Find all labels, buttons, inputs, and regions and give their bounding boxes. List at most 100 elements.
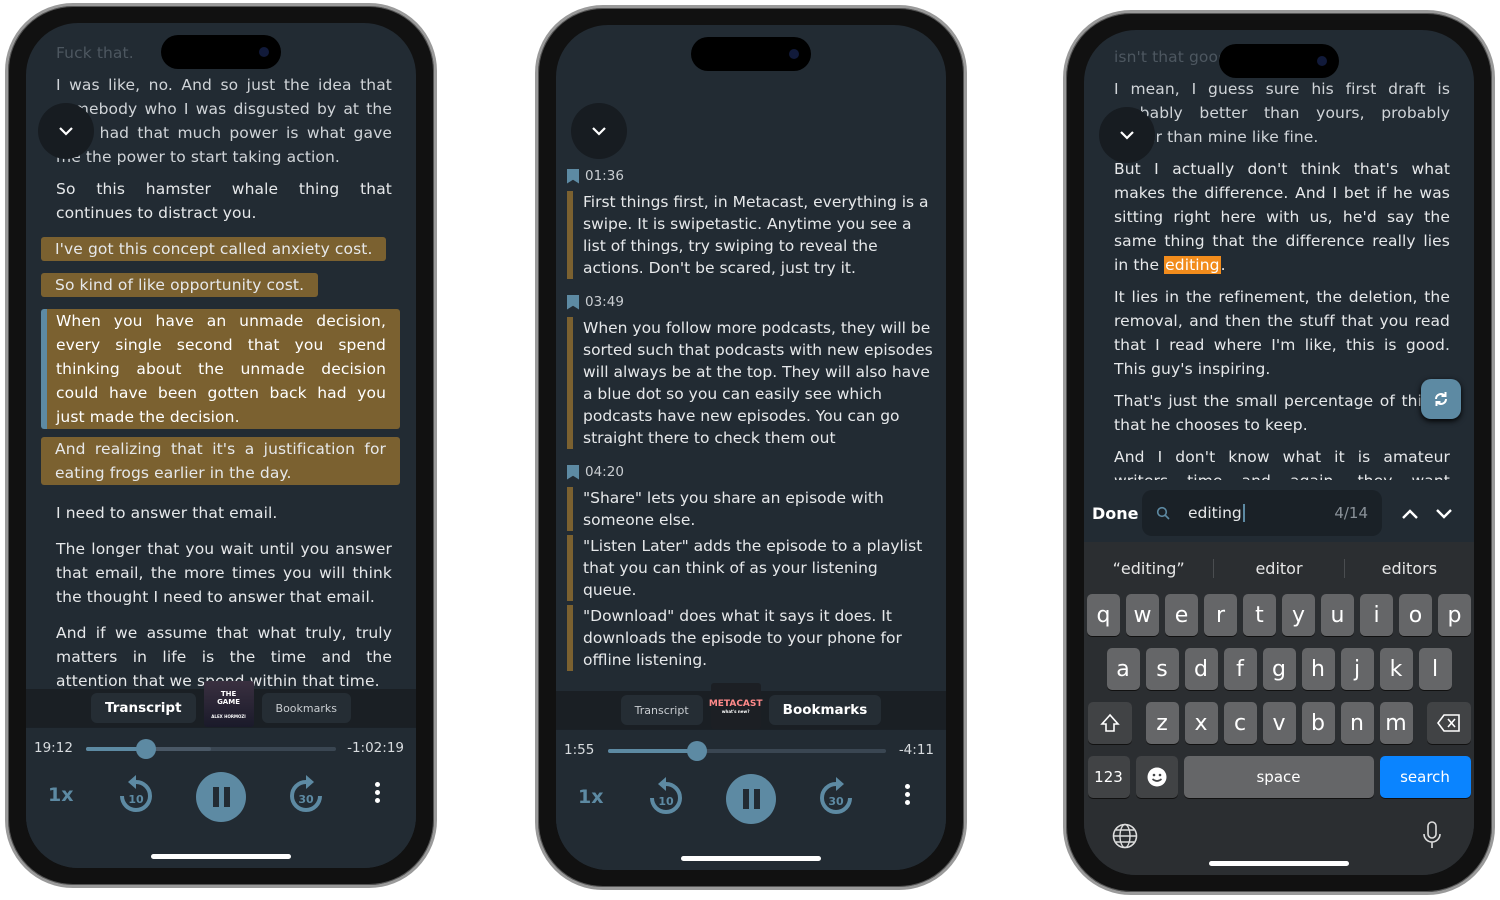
- progress-slider[interactable]: [86, 739, 336, 759]
- emoji-key[interactable]: [1135, 756, 1178, 798]
- pause-button[interactable]: [196, 772, 246, 822]
- key-u[interactable]: u: [1321, 594, 1354, 636]
- key-o[interactable]: o: [1399, 594, 1432, 636]
- key-j[interactable]: j: [1340, 648, 1374, 690]
- bookmark-header[interactable]: 04:20: [567, 461, 936, 483]
- space-key[interactable]: space: [1183, 756, 1374, 798]
- elapsed-time: 1:55: [564, 742, 595, 758]
- highlighted-sentence[interactable]: And realizing that it's a justification …: [41, 437, 400, 485]
- screen: 01:36 First things first, in Metacast, e…: [556, 25, 946, 870]
- transcript-paragraph[interactable]: The longer that you wait until you answe…: [56, 537, 392, 609]
- key-q[interactable]: q: [1087, 594, 1120, 636]
- tab-bookmarks[interactable]: Bookmarks: [768, 695, 882, 725]
- collapse-button[interactable]: [1099, 107, 1155, 163]
- bookmark-header[interactable]: 03:49: [567, 291, 936, 313]
- player-controls: 1:55 -4:11 1x 10 30: [556, 729, 946, 870]
- skip-forward-button[interactable]: 30: [288, 774, 324, 814]
- bookmark-header[interactable]: 01:36: [567, 165, 936, 187]
- transcript: isn't that good I mean, I guess sure his…: [1114, 45, 1450, 480]
- bookmark-text[interactable]: "Share" lets you share an episode with s…: [567, 487, 936, 531]
- suggestion[interactable]: “editing”: [1084, 558, 1215, 578]
- key-x[interactable]: x: [1184, 702, 1218, 744]
- transcript-paragraph[interactable]: So this hamster whale thing that continu…: [56, 177, 392, 225]
- key-z[interactable]: z: [1145, 702, 1179, 744]
- skip-forward-button[interactable]: 30: [818, 776, 854, 816]
- key-n[interactable]: n: [1340, 702, 1374, 744]
- transcript-paragraph[interactable]: I mean, I guess sure his first draft is …: [1114, 77, 1450, 149]
- elapsed-time: 19:12: [34, 740, 73, 756]
- transcript-paragraph[interactable]: I need to answer that email.: [56, 501, 392, 525]
- speed-button[interactable]: 1x: [48, 784, 73, 806]
- transcript-paragraph[interactable]: But I actually don't think that's what m…: [1114, 157, 1450, 277]
- key-c[interactable]: c: [1223, 702, 1257, 744]
- bookmark-icon: [567, 294, 579, 310]
- svg-text:30: 30: [298, 793, 314, 806]
- bookmark-text[interactable]: First things first, in Metacast, everyth…: [567, 191, 936, 279]
- dictation-key[interactable]: [1422, 821, 1442, 853]
- key-k[interactable]: k: [1379, 648, 1413, 690]
- suggestion[interactable]: editor: [1214, 558, 1345, 578]
- key-w[interactable]: w: [1126, 594, 1159, 636]
- numbers-key[interactable]: 123: [1087, 756, 1130, 798]
- bookmark-text[interactable]: "Listen Later" adds the episode to a pla…: [567, 535, 936, 601]
- key-m[interactable]: m: [1379, 702, 1413, 744]
- home-indicator: [1209, 861, 1349, 866]
- transcript-paragraph[interactable]: It lies in the refinement, the deletion,…: [1114, 285, 1450, 381]
- tab-bookmarks[interactable]: Bookmarks: [261, 693, 351, 723]
- backspace-icon: [1436, 714, 1460, 732]
- key-d[interactable]: d: [1184, 648, 1218, 690]
- view-tabs: Transcript THE GAME ALEX HORMOZI Bookmarks: [26, 681, 416, 727]
- episode-artwork[interactable]: METACAST what's new?: [709, 683, 763, 729]
- done-button[interactable]: Done: [1092, 504, 1142, 523]
- search-bar: Done editing 4/14: [1084, 485, 1474, 541]
- more-options-button[interactable]: [905, 784, 910, 805]
- previous-match-button[interactable]: [1402, 504, 1418, 523]
- chevron-down-icon: [1436, 508, 1452, 519]
- key-b[interactable]: b: [1301, 702, 1335, 744]
- key-g[interactable]: g: [1262, 648, 1296, 690]
- highlighted-sentence[interactable]: I've got this concept called anxiety cos…: [41, 237, 387, 261]
- shift-key[interactable]: [1087, 702, 1132, 744]
- tab-transcript[interactable]: Transcript: [620, 695, 703, 725]
- search-input[interactable]: editing 4/14: [1142, 490, 1382, 536]
- next-match-button[interactable]: [1436, 504, 1452, 523]
- key-i[interactable]: i: [1360, 594, 1393, 636]
- key-r[interactable]: r: [1204, 594, 1237, 636]
- current-highlighted-sentence[interactable]: When you have an unmade decision, every …: [41, 309, 400, 429]
- skip-back-button[interactable]: 10: [648, 776, 684, 816]
- home-indicator: [151, 854, 291, 859]
- skip-back-button[interactable]: 10: [118, 774, 154, 814]
- keyboard: “editing” editor editors qwertyuiop asdf…: [1084, 542, 1474, 875]
- bookmark-text[interactable]: When you follow more podcasts, they will…: [567, 317, 936, 449]
- backspace-key[interactable]: [1426, 702, 1471, 744]
- tab-transcript[interactable]: Transcript: [90, 693, 196, 723]
- key-p[interactable]: p: [1438, 594, 1471, 636]
- key-a[interactable]: a: [1106, 648, 1140, 690]
- globe-key[interactable]: [1112, 823, 1138, 853]
- key-y[interactable]: y: [1282, 594, 1315, 636]
- progress-slider[interactable]: [608, 741, 886, 761]
- highlighted-sentence[interactable]: So kind of like opportunity cost.: [41, 273, 319, 297]
- key-v[interactable]: v: [1262, 702, 1296, 744]
- transcript-paragraph[interactable]: I was like, no. And so just the idea tha…: [56, 73, 392, 169]
- bookmark-text[interactable]: "Download" does what it says it does. It…: [567, 605, 936, 671]
- more-options-button[interactable]: [375, 782, 380, 803]
- suggestion[interactable]: editors: [1345, 559, 1474, 578]
- view-tabs: Transcript METACAST what's new? Bookmarks: [556, 683, 946, 729]
- collapse-button[interactable]: [571, 103, 627, 159]
- key-t[interactable]: t: [1243, 594, 1276, 636]
- episode-artwork[interactable]: THE GAME ALEX HORMOZI: [203, 681, 254, 727]
- key-l[interactable]: l: [1418, 648, 1452, 690]
- sync-scroll-button[interactable]: [1421, 379, 1461, 419]
- collapse-button[interactable]: [38, 103, 94, 159]
- transcript-paragraph[interactable]: That's just the small percentage of thin…: [1114, 389, 1450, 437]
- chevron-up-icon: [1402, 508, 1418, 519]
- speed-button[interactable]: 1x: [578, 786, 603, 808]
- pause-button[interactable]: [726, 774, 776, 824]
- key-f[interactable]: f: [1223, 648, 1257, 690]
- transcript-paragraph[interactable]: And I don't know what it is amateur writ…: [1114, 445, 1450, 480]
- search-key[interactable]: search: [1379, 756, 1471, 798]
- key-h[interactable]: h: [1301, 648, 1335, 690]
- key-s[interactable]: s: [1145, 648, 1179, 690]
- key-e[interactable]: e: [1165, 594, 1198, 636]
